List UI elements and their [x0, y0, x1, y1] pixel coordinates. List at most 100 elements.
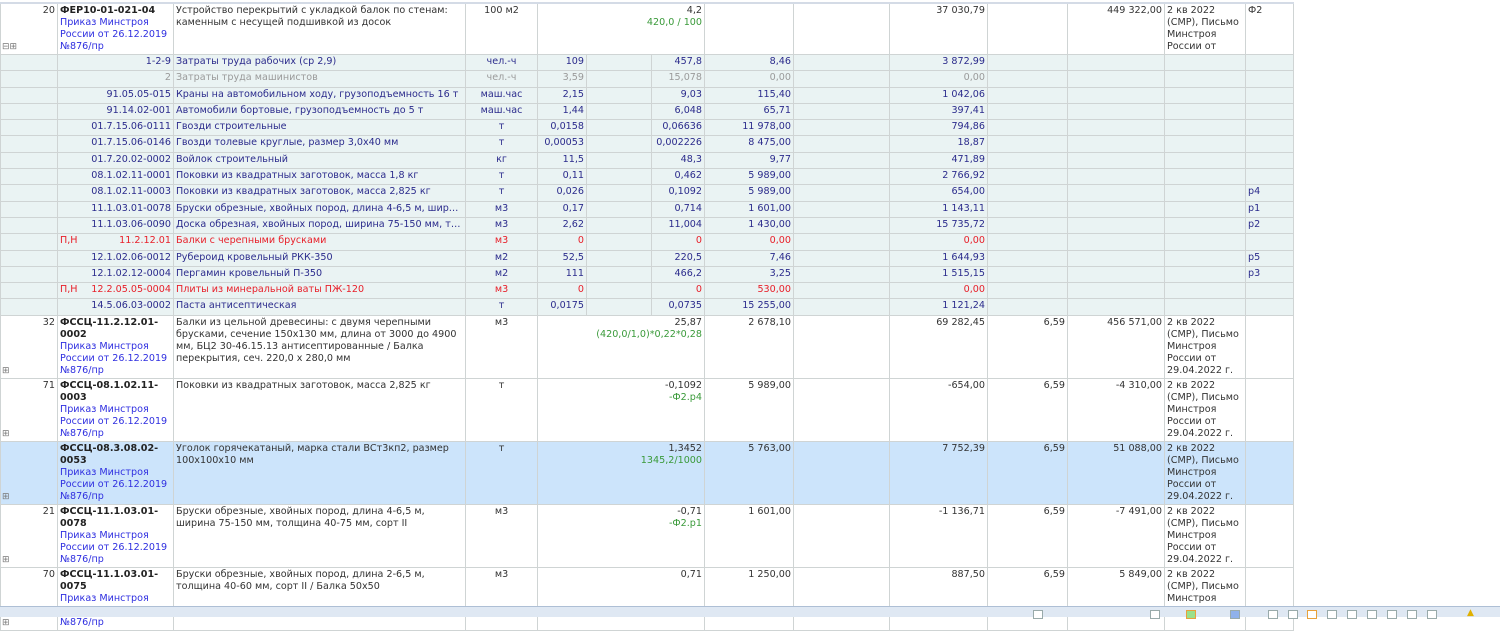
toolbar-icon[interactable]	[1367, 610, 1377, 619]
empty-cell	[586, 282, 652, 300]
resource-row[interactable]: 91.14.02-001 Автомобили бортовые, грузопо…	[0, 102, 1295, 121]
empty-cell	[987, 265, 1069, 284]
total-quantity: 11,004	[650, 216, 706, 235]
warning-icon[interactable]: ▲	[1467, 608, 1474, 618]
estimate-row[interactable]: 20 ⊟⊞ ФЕР10-01-021-04 Приказ Минстроя Росси…	[0, 2, 1295, 55]
toolbar-icon[interactable]	[1307, 610, 1317, 619]
row-number-text: 21	[42, 505, 55, 517]
resource-row[interactable]: 12.1.02.06-0012 Рубероид кровельный РКК-3…	[0, 249, 1295, 267]
resource-row[interactable]: 1-2-9 Затраты труда рабочих (ср 2,9) чел.-…	[0, 53, 1295, 72]
norm-quantity: 0,026	[537, 184, 587, 202]
resource-row[interactable]: П,Н 12.2.05.05-0004 Плиты из минеральной в…	[0, 282, 1295, 300]
empty-cell	[586, 53, 652, 72]
source-link[interactable]: Приказ Минстроя России от 26.12.2019 №87…	[60, 17, 167, 52]
unit: м3	[465, 566, 538, 631]
resource-cost: 1 515,15	[889, 265, 989, 284]
rate-code: ФССЦ-11.1.03.01-0075	[60, 568, 159, 592]
item-name: Уголок горячекатаный, марка стали ВСт3кп…	[173, 440, 466, 505]
quantity-cell[interactable]: 0,71	[536, 566, 706, 631]
empty-cell	[1164, 216, 1247, 235]
resource-row[interactable]: 14.5.06.03-0002 Паста антисептическая т 0,0…	[0, 298, 1295, 316]
resource-code: 01.7.15.06-0146	[91, 137, 171, 149]
estimate-row[interactable]: ⊞ ФССЦ-08.3.08.02-0053 Приказ Минстроя Рос…	[0, 440, 1295, 505]
toolbar-icon[interactable]	[1268, 610, 1278, 619]
resource-unit: кг	[465, 151, 538, 170]
resource-row[interactable]: 01.7.20.02-0002 Войлок строительный кг 11,5…	[0, 151, 1295, 170]
empty-cell	[586, 168, 652, 186]
mode-active-icon[interactable]	[1186, 610, 1196, 619]
resource-row[interactable]: 01.7.15.06-0111 Гвозди строительные т 0,015…	[0, 119, 1295, 137]
source-link[interactable]: Приказ Минстроя России от 26.12.2019 №87…	[60, 467, 167, 502]
row-number-text: 20	[42, 5, 55, 16]
resource-name: Паста антисептическая	[173, 298, 466, 316]
resource-note: р4	[1245, 184, 1295, 202]
quantity-cell[interactable]: -0,1092 -Ф2.р4	[536, 377, 706, 442]
resource-row[interactable]: 11.1.03.06-0090 Доска обрезная, хвойных п…	[0, 216, 1295, 235]
resource-row[interactable]: П,Н 11.2.12.01 Балки с черепными брусками м…	[0, 233, 1295, 251]
empty-cell	[1067, 265, 1166, 284]
quantity: -0,71	[677, 505, 703, 517]
toolbar-icon[interactable]	[1327, 610, 1337, 619]
unit: 100 м2	[465, 2, 538, 55]
norm-quantity: 111	[537, 265, 587, 284]
plus-box-icon[interactable]: ⊞	[2, 366, 10, 376]
total-quantity: 0	[650, 233, 706, 251]
resource-code-cell: 08.1.02.11-0001	[57, 168, 174, 186]
empty-cell	[1067, 298, 1166, 316]
toolbar-icon[interactable]	[1427, 610, 1437, 619]
index: 6,59	[987, 314, 1069, 379]
plus-box-icon[interactable]: ⊞	[2, 618, 10, 628]
estimate-row[interactable]: 21 ⊞ ФССЦ-11.1.03.01-0078 Приказ Минстроя Р…	[0, 503, 1295, 568]
plus-box-icon[interactable]: ⊞	[2, 492, 10, 502]
toolbar-icon[interactable]	[1347, 610, 1357, 619]
toolbar-icon[interactable]	[1387, 610, 1397, 619]
estimate-row[interactable]: 32 ⊞ ФССЦ-11.2.12.01-0002 Приказ Минстроя Р…	[0, 314, 1295, 379]
resource-note: р5	[1245, 249, 1295, 267]
empty-cell	[586, 184, 652, 202]
resource-row[interactable]: 11.1.03.01-0078 Бруски обрезные, хвойных …	[0, 200, 1295, 218]
quantity-cell[interactable]: -0,71 -Ф2.р1	[536, 503, 706, 568]
note	[1245, 566, 1295, 631]
item-name: Балки из цельной древесины: с двумя чере…	[173, 314, 466, 379]
resource-code-cell: 2	[57, 70, 174, 88]
note: Ф2	[1245, 2, 1295, 55]
mode-toggle-icon[interactable]	[1150, 610, 1160, 619]
collapse-expand-icon[interactable]: ⊟⊞	[2, 43, 17, 52]
source-link[interactable]: Приказ Минстроя России от 26.12.2019 №87…	[60, 404, 167, 439]
toolbar-icon[interactable]	[1288, 610, 1298, 619]
price-period: 2 кв 2022 (СМР), Письмо Минстроя России …	[1164, 314, 1247, 379]
resource-name: Поковки из квадратных заготовок, масса 2…	[173, 184, 466, 202]
quantity-cell[interactable]: 25,87 (420,0/1,0)*0,22*0,28	[536, 314, 706, 379]
empty-cell	[586, 249, 652, 267]
resource-price: 3,25	[704, 265, 795, 284]
calculator-icon[interactable]	[1033, 610, 1043, 619]
resource-code-cell: 12.1.02.06-0012	[57, 249, 174, 267]
empty-cell	[0, 135, 58, 153]
resource-price: 8 475,00	[704, 135, 795, 153]
empty-cell	[1067, 216, 1166, 235]
estimate-row[interactable]: 70 ⊞ ФССЦ-11.1.03.01-0075Приказ Минстроя Р…	[0, 566, 1295, 631]
resource-note	[1245, 298, 1295, 316]
toolbar-icon[interactable]	[1407, 610, 1417, 619]
quantity-cell[interactable]: 4,2 420,0 / 100	[536, 2, 706, 55]
index: 6,59	[987, 566, 1069, 631]
empty-cell	[987, 200, 1069, 218]
source-link[interactable]: Приказ Минстроя России от 26.12.2019 №87…	[60, 530, 167, 565]
resource-row[interactable]: 08.1.02.11-0003 Поковки из квадратных заг…	[0, 184, 1295, 202]
estimate-row[interactable]: 71 ⊞ ФССЦ-08.1.02.11-0003 Приказ Минстроя Р…	[0, 377, 1295, 442]
resource-row[interactable]: 91.05.05-015 Краны на автомобильном ходу,…	[0, 86, 1295, 104]
resource-row[interactable]: 08.1.02.11-0001 Поковки из квадратных заг…	[0, 168, 1295, 186]
row-number: 20 ⊟⊞	[0, 2, 58, 55]
source-link[interactable]: Приказ Минстроя России от 26.12.2019 №87…	[60, 341, 167, 376]
plus-box-icon[interactable]: ⊞	[2, 555, 10, 565]
empty-cell	[586, 70, 652, 88]
total-quantity: 15,078	[650, 70, 706, 88]
resource-row[interactable]: 12.1.02.12-0004 Пергамин кровельный П-350…	[0, 265, 1295, 284]
norm-quantity: 3,59	[537, 70, 587, 88]
resource-row[interactable]: 01.7.15.06-0146 Гвозди толевые круглые, р…	[0, 135, 1295, 153]
mode-icon[interactable]	[1230, 610, 1240, 619]
empty-cell	[987, 135, 1069, 153]
resource-row[interactable]: 2 Затраты труда машинистов чел.-ч 3,59 15,07…	[0, 70, 1295, 88]
plus-box-icon[interactable]: ⊞	[2, 429, 10, 439]
quantity-cell[interactable]: 1,3452 1345,2/1000	[536, 440, 706, 505]
